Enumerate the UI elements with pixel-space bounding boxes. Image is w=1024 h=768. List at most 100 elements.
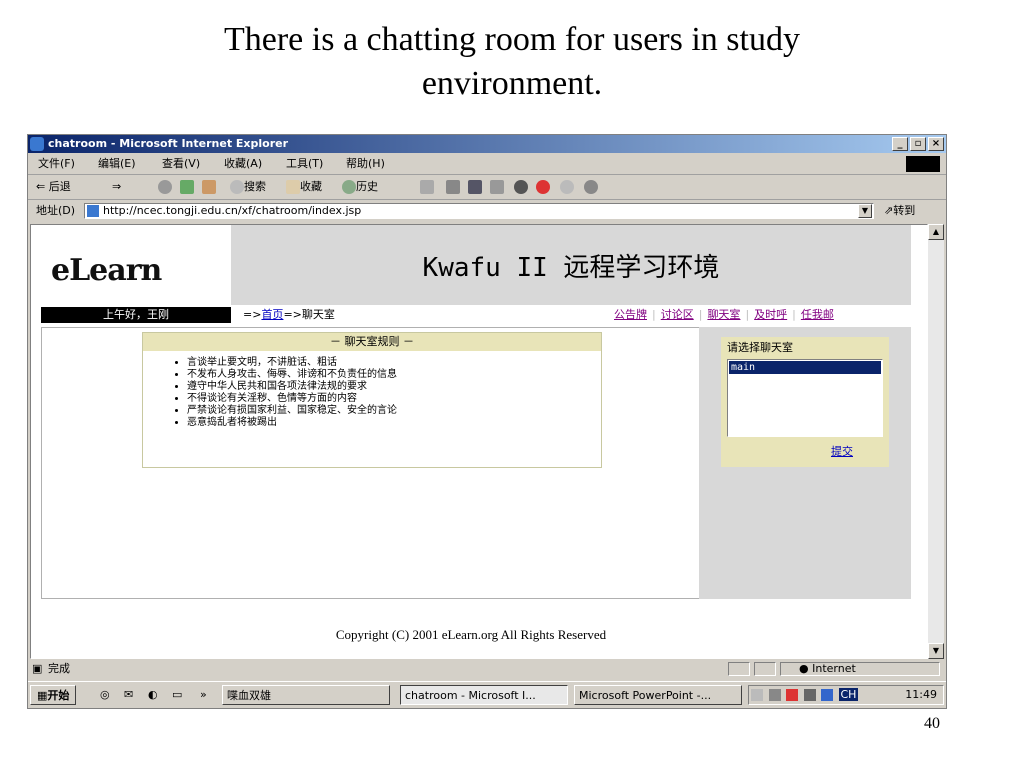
windows-logo-icon [906,156,940,172]
rule-item: 不发布人身攻击、侮辱、诽谤和不负责任的信息 [187,369,397,381]
status-panel [754,662,776,676]
home-icon[interactable] [202,175,216,199]
go-button[interactable]: ⇗转到 [884,200,915,222]
nav-bulletin[interactable]: 公告牌 [614,308,647,321]
nav-instant-call[interactable]: 及时呼 [754,308,787,321]
minimize-button[interactable]: _ [892,137,908,151]
breadcrumb-prefix: => [243,308,262,321]
rule-item: 恶意捣乱者将被踢出 [187,417,397,429]
vertical-scrollbar[interactable]: ▲ ▼ [928,224,944,659]
clock: 11:49 [905,688,937,701]
task-powerpoint[interactable]: Microsoft PowerPoint -... [574,685,742,705]
copyright: Copyright (C) 2001 eLearn.org All Rights… [335,627,607,642]
rule-item: 严禁谈论有损国家利益、国家稳定、安全的言论 [187,405,397,417]
tray-icon[interactable] [786,689,798,701]
user-icon[interactable] [584,175,598,199]
slide-title-line-1: There is a chatting room for users in st… [224,21,800,58]
menu-file[interactable]: 文件(F) [38,154,75,174]
menu-edit[interactable]: 编辑(E) [98,154,136,174]
room-sidebar: 请选择聊天室 main 提交 [699,327,911,599]
nav-forum[interactable]: 讨论区 [661,308,694,321]
quicklaunch-chevron[interactable]: » [200,682,207,708]
tray-icon[interactable] [751,689,763,701]
slide-number: 40 [924,715,940,732]
room-listbox[interactable]: main [727,359,883,437]
address-input[interactable]: http://ncec.tongji.edu.cn/xf/chatroom/in… [84,203,874,219]
favorites-label: 收藏 [300,180,322,193]
back-button[interactable]: ⇐ 后退 [36,175,71,199]
menu-favorites[interactable]: 收藏(A) [224,154,262,174]
tray-language[interactable]: CH [838,688,859,701]
breadcrumb-home-link[interactable]: 首页 [261,308,283,321]
site-nav: 公告牌 | 讨论区 | 聊天室 | 及时呼 | 任我邮 [614,308,834,321]
page-viewport: eLearn Kwafu II 远程学习环境 上午好，王刚 =>首页=>聊天室 … [30,224,928,659]
tray-icon[interactable] [803,689,816,701]
discuss-icon[interactable] [490,175,504,199]
rule-item: 遵守中华人民共和国各项法律法规的要求 [187,381,397,393]
close-button[interactable]: × [928,137,944,151]
mail-icon[interactable] [420,175,434,199]
menu-view[interactable]: 查看(V) [162,154,200,174]
scroll-down-icon[interactable]: ▼ [928,643,944,659]
status-page-icon: ▣ [32,662,43,675]
address-url: http://ncec.tongji.edu.cn/xf/chatroom/in… [103,204,362,217]
favorites-icon [286,180,300,194]
chat-icon[interactable] [536,175,550,199]
history-label: 历史 [356,180,378,193]
go-arrow-icon: ⇗ [884,204,894,217]
search-label: 搜索 [244,180,266,193]
room-picker: 请选择聊天室 main 提交 [721,337,889,467]
start-button[interactable]: ▦开始 [30,685,77,705]
tray-icon[interactable] [768,689,781,701]
window-controls: _ ▫ × [892,137,944,151]
rules-box: － 聊天室规则 － 言谈举止要文明，不讲脏话、粗话 不发布人身攻击、侮辱、诽谤和… [142,332,602,468]
ie-icon [30,137,44,151]
quicklaunch-media-icon[interactable]: ◐ [148,682,158,708]
print-icon[interactable] [446,175,460,199]
nav-mail[interactable]: 任我邮 [801,308,834,321]
breadcrumb-current: =>聊天室 [283,308,335,321]
status-panel [728,662,750,676]
task-chatroom[interactable]: chatroom - Microsoft I... [400,685,568,705]
favorites-button[interactable]: 收藏 [286,175,322,199]
room-picker-label: 请选择聊天室 [727,341,793,354]
address-dropdown-icon[interactable]: ▼ [858,204,872,218]
search-icon [230,180,244,194]
history-icon [342,180,356,194]
start-label: 开始 [47,689,70,702]
messenger-icon[interactable] [514,175,528,199]
slide-title-line-2: environment. [421,65,603,102]
refresh-icon[interactable] [180,175,194,199]
search-button[interactable]: 搜索 [230,175,266,199]
rule-item: 不得谈论有关淫秽、色情等方面的内容 [187,393,397,405]
task-chatroom-label: chatroom - Microsoft I... [405,689,536,702]
history-button[interactable]: 历史 [342,175,378,199]
submit-link[interactable]: 提交 [831,443,853,459]
rules-title: － 聊天室规则 － [143,333,601,351]
quicklaunch-ie-icon[interactable]: ◎ [100,682,110,708]
forward-button[interactable]: ⇒ [112,175,121,199]
slide-title: There is a chatting room for users in st… [0,18,1024,106]
scroll-up-icon[interactable]: ▲ [928,224,944,240]
brand-logo: eLearn [51,253,162,288]
comment-icon[interactable] [560,175,574,199]
zone-panel: ● Internet [780,662,940,676]
menu-help[interactable]: 帮助(H) [346,154,385,174]
task-movie-label: 喋血双雄 [227,689,271,702]
quicklaunch-outlook-icon[interactable]: ✉ [124,682,133,708]
banner: Kwafu II 远程学习环境 [231,225,911,305]
taskbar: ▦开始 ◎ ✉ ◐ ▭ » 喋血双雄 chatroom - Microsoft … [28,681,946,708]
menu-tools[interactable]: 工具(T) [286,154,323,174]
window-titlebar[interactable]: chatroom - Microsoft Internet Explorer _… [28,135,946,153]
room-option-main[interactable]: main [729,361,881,374]
edit-icon[interactable] [468,175,482,199]
stop-icon[interactable] [158,175,172,199]
nav-chatroom[interactable]: 聊天室 [707,308,740,321]
task-movie[interactable]: 喋血双雄 [222,685,390,705]
menu-bar: 文件(F) 编辑(E) 查看(V) 收藏(A) 工具(T) 帮助(H) [28,154,946,175]
browser-window: chatroom - Microsoft Internet Explorer _… [27,134,947,709]
maximize-button[interactable]: ▫ [910,137,926,151]
quicklaunch-desktop-icon[interactable]: ▭ [172,682,182,708]
tray-icon[interactable] [821,689,833,701]
greeting: 上午好，王刚 [41,307,231,323]
